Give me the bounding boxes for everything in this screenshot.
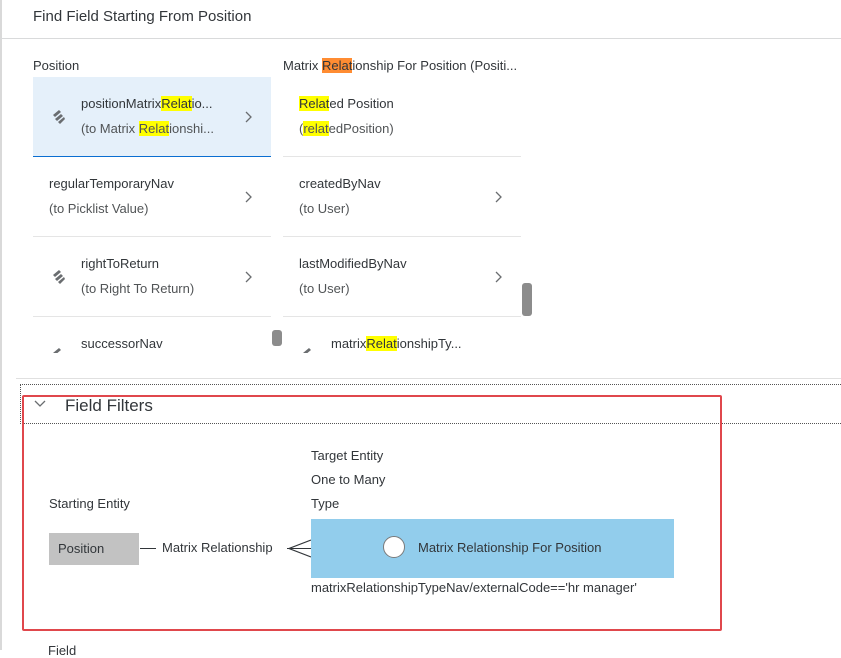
item-name: matrixRelationshipTy... [331,336,462,351]
chevron-right-icon [245,111,252,123]
list-item-regular-temporary-nav[interactable]: regularTemporaryNav (to Picklist Value) [33,157,271,237]
annotation-highlight-box [22,395,722,631]
list-item-created-by-nav[interactable]: createdByNav (to User) [283,157,521,237]
navigation-icon [53,110,65,124]
item-name: Related Position [299,96,394,111]
chevron-right-icon [495,191,502,203]
column-header-position: Position [33,58,80,73]
list-item-last-modified-by-nav[interactable]: lastModifiedByNav (to User) [283,237,521,317]
fields-section-label: Field [48,643,77,658]
item-name: positionMatrixRelatio... [81,96,213,111]
section-divider [16,378,841,379]
item-target: (to User) [299,281,350,296]
chevron-right-icon [495,271,502,283]
title-divider [0,38,841,39]
item-name: createdByNav [299,176,381,191]
item-target: (to Picklist Value) [49,201,149,216]
list-item-matrix-relationship-type[interactable]: matrixRelationshipTy... [283,317,521,353]
navigation-icon [303,348,311,353]
item-name: regularTemporaryNav [49,176,174,191]
dialog-title: Find Field Starting From Position [33,8,252,25]
item-name: lastModifiedByNav [299,256,407,271]
dialog-left-edge [0,0,2,650]
item-target: (to Right To Return) [81,281,195,296]
list-item-successor-nav[interactable]: successorNav [33,317,271,353]
item-target: (to Matrix Relationshi... [81,121,214,136]
list-item-right-to-return[interactable]: rightToReturn (to Right To Return) [33,237,271,317]
column-2-scrollbar-thumb[interactable] [522,283,532,316]
list-item-position-matrix-relationship[interactable]: positionMatrixRelatio... (to Matrix Rela… [33,77,271,157]
chevron-right-icon [245,191,252,203]
column-1-scrollbar-thumb[interactable] [272,330,282,346]
item-target: (to User) [299,201,350,216]
item-name: rightToReturn [81,256,160,271]
item-name: successorNav [81,336,163,351]
list-item-related-position[interactable]: Related Position (relatedPosition) [283,77,521,157]
column-header-matrix-relationship: Matrix Relationship For Position (Positi… [283,58,518,73]
navigation-icon [53,348,61,353]
chevron-right-icon [245,271,252,283]
item-field-id: (relatedPosition) [299,121,394,136]
navigation-icon [53,270,65,284]
